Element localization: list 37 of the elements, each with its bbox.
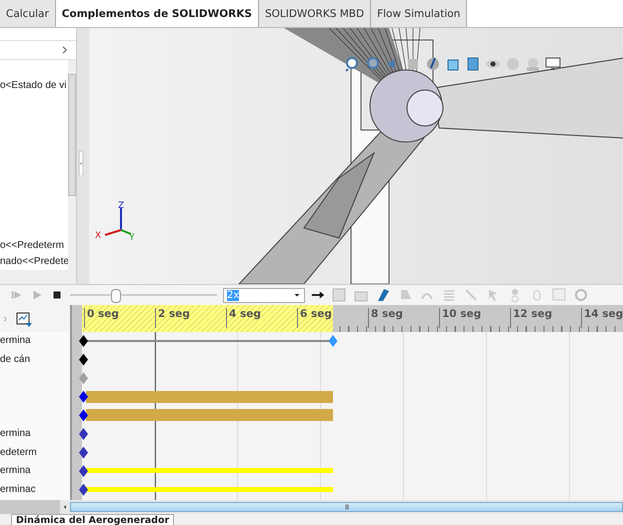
track-label[interactable]: ermina [0, 424, 70, 444]
time-label: 8 seg [368, 308, 403, 328]
horizontal-scrollbar[interactable] [0, 270, 76, 284]
dropdown-caret-icon[interactable] [293, 291, 301, 299]
scrollbar-thumb[interactable] [70, 502, 623, 512]
key-point-icon[interactable] [79, 446, 88, 459]
ribbon-tab[interactable]: SOLIDWORKS MBD [258, 0, 372, 27]
key-point-icon[interactable] [79, 465, 88, 478]
ribbon-tab[interactable]: Calcular [0, 0, 56, 27]
time-label: 6 seg [297, 308, 332, 328]
time-label: 2 seg [155, 308, 190, 328]
key-point-icon[interactable] [79, 354, 88, 366]
tree-item[interactable]: o<<Predeterm [0, 238, 68, 254]
key-point-icon[interactable] [79, 335, 88, 347]
time-label: 10 seg [439, 308, 482, 328]
timeline-filter-icon[interactable] [16, 310, 32, 326]
time-label: 14 seg [581, 308, 623, 328]
key-point-icon[interactable] [79, 484, 88, 496]
scroll-left-icon[interactable] [61, 503, 69, 511]
ribbon-tab[interactable]: Flow Simulation [371, 0, 468, 27]
track-label[interactable]: edeterm [0, 444, 70, 462]
time-label: 12 seg [510, 308, 552, 328]
track-label[interactable]: de cán [0, 350, 70, 370]
playback-slider[interactable] [70, 289, 217, 301]
zoom-fit-icon[interactable] [345, 56, 361, 72]
study-tab[interactable]: Dinámica del Aerogenerador [11, 514, 174, 525]
track-label[interactable]: ermina [0, 332, 70, 351]
track-label[interactable]: erminac [0, 480, 70, 500]
track-label[interactable]: ermina [0, 462, 70, 481]
tree-item[interactable]: o<Estado de vi [0, 78, 68, 94]
time-label: 4 seg [226, 308, 261, 328]
zoom-area-icon[interactable] [365, 56, 381, 72]
horizontal-scrollbar[interactable] [0, 500, 623, 514]
time-label: 0 seg [84, 308, 119, 328]
vertical-scrollbar[interactable] [68, 60, 76, 270]
monitor-icon[interactable] [545, 56, 561, 72]
key-point-icon[interactable] [79, 428, 88, 440]
